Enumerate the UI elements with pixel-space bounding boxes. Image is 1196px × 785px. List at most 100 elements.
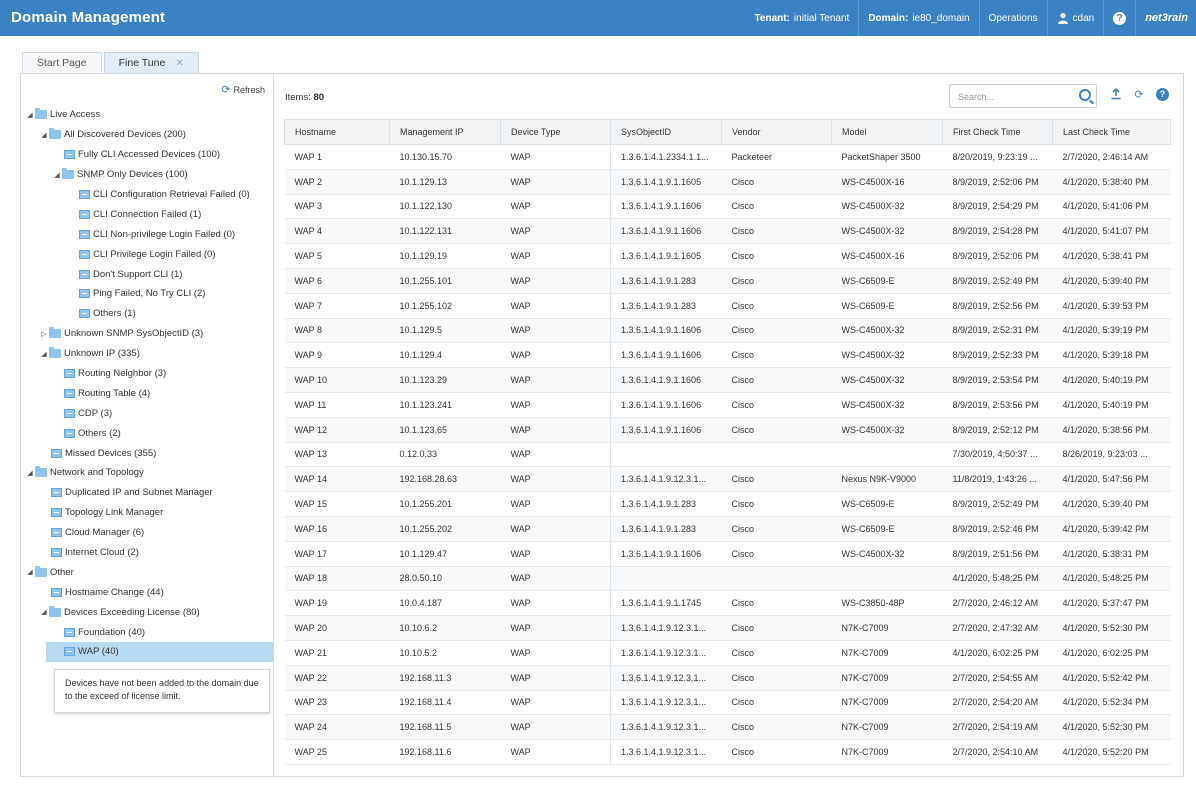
tree-node-routing-neighbor[interactable]: Routing Neighbor (3) xyxy=(21,364,273,384)
table-row[interactable]: WAP 16 10.1.255.202 WAP 1.3.6.1.4.1.9.1.283… xyxy=(284,516,1171,542)
model-cell: PacketShaper 3500 xyxy=(831,144,943,170)
column-header-first-check-time[interactable]: First Check Time xyxy=(942,119,1053,145)
domain-selector[interactable]: Domain: ie80_domain xyxy=(858,0,978,36)
expanded-arrow-icon[interactable]: ◢ xyxy=(39,350,49,358)
table-row[interactable]: WAP 14 192.168.28.63 WAP 1.3.6.1.4.1.9.12.3… xyxy=(284,466,1171,493)
tree-node-cli-config-failed[interactable]: CLI Configuration Retrieval Failed (0) xyxy=(21,185,273,205)
tree-node-cloud-manager[interactable]: Cloud Manager (6) xyxy=(21,523,273,543)
management-ip-cell: 192.168.28.63 xyxy=(389,466,501,493)
help-button-grid[interactable]: ? xyxy=(1156,88,1169,101)
help-button[interactable]: ? xyxy=(1103,0,1135,36)
tree-node-snmp-only[interactable]: ◢ SNMP Only Devices (100) xyxy=(21,165,273,185)
tree-node-network-topology[interactable]: ◢ Network and Topology xyxy=(21,463,273,483)
tenant-selector[interactable]: Tenant: initial Tenant xyxy=(746,0,859,36)
tree-node-cdp[interactable]: CDP (3) xyxy=(21,403,273,423)
column-header-sysobjectid[interactable]: SysObjectID xyxy=(610,119,722,145)
table-row[interactable]: WAP 18 28.0.50.10 WAP 4/1/2020, 5:48:25 PM 4… xyxy=(284,566,1171,592)
table-row[interactable]: WAP 4 10.1.122.131 WAP 1.3.6.1.4.1.9.1.1606… xyxy=(284,218,1171,245)
folder-icon xyxy=(35,108,47,120)
table-row[interactable]: WAP 15 10.1.255.201 WAP 1.3.6.1.4.1.9.1.283… xyxy=(284,491,1171,517)
user-icon xyxy=(1057,12,1068,24)
tree-node-routing-table[interactable]: Routing Table (4) xyxy=(21,383,273,403)
tree-node-cli-priv-failed[interactable]: CLI Privilege Login Failed (0) xyxy=(21,244,273,264)
table-row[interactable]: WAP 23 192.168.11.4 WAP 1.3.6.1.4.1.9.12.3.… xyxy=(284,690,1171,716)
table-row[interactable]: WAP 2 10.1.129.13 WAP 1.3.6.1.4.1.9.1.1605 C… xyxy=(284,169,1171,195)
expanded-arrow-icon[interactable]: ◢ xyxy=(39,608,49,616)
collapsed-arrow-icon[interactable]: ▷ xyxy=(39,330,49,338)
table-row[interactable]: WAP 19 10.0.4.187 WAP 1.3.6.1.4.1.9.1.1745 C… xyxy=(284,590,1171,617)
tree-node-live-access[interactable]: ◢ Live Access xyxy=(21,105,273,125)
table-row[interactable]: WAP 3 10.1.122.130 WAP 1.3.6.1.4.1.9.1.1606… xyxy=(284,194,1171,220)
table-row[interactable]: WAP 10 10.1.123.29 WAP 1.3.6.1.4.1.9.1.1606… xyxy=(284,367,1171,393)
expanded-arrow-icon[interactable]: ◢ xyxy=(39,131,49,139)
vendor-cell: Cisco xyxy=(721,268,832,294)
table-row[interactable]: WAP 5 10.1.129.19 WAP 1.3.6.1.4.1.9.1.1605 C… xyxy=(284,243,1171,269)
table-row[interactable]: WAP 25 192.168.11.6 WAP 1.3.6.1.4.1.9.12.3.… xyxy=(284,739,1171,765)
tree-node-topology-link[interactable]: Topology Link Manager xyxy=(21,503,273,523)
expanded-arrow-icon[interactable]: ◢ xyxy=(25,568,35,576)
table-row[interactable]: WAP 7 10.1.255.102 WAP 1.3.6.1.4.1.9.1.283 C… xyxy=(284,293,1171,319)
tree-node-other[interactable]: ◢ Other xyxy=(21,562,273,582)
close-icon[interactable]: ✕ xyxy=(175,58,183,69)
vendor-cell: Packeteer xyxy=(721,144,832,170)
table-row[interactable]: WAP 20 10.10.6.2 WAP 1.3.6.1.4.1.9.12.3.1..… xyxy=(284,615,1171,641)
column-header-last-check-time[interactable]: Last Check Time xyxy=(1052,119,1171,145)
tree-node-internet-cloud[interactable]: Internet Cloud (2) xyxy=(21,543,273,563)
model-cell: N7K-C7009 xyxy=(831,690,943,716)
search-input[interactable]: Search... xyxy=(949,84,1097,108)
table-row[interactable]: WAP 12 10.1.123.65 WAP 1.3.6.1.4.1.9.1.1606… xyxy=(284,417,1171,443)
column-header-model[interactable]: Model xyxy=(831,119,943,145)
table-row[interactable]: WAP 11 10.1.123.241 WAP 1.3.6.1.4.1.9.1.160… xyxy=(284,392,1171,418)
column-header-vendor[interactable]: Vendor xyxy=(721,119,832,145)
column-header-device-type[interactable]: Device Type xyxy=(500,119,611,145)
tab-fine-tune[interactable]: Fine Tune ✕ xyxy=(103,52,199,73)
tree-node-unknown-ip[interactable]: ◢ Unknown IP (335) xyxy=(21,344,273,364)
export-button[interactable] xyxy=(1109,87,1123,102)
operations-menu[interactable]: Operations xyxy=(978,0,1047,36)
tree-node-missed-devices[interactable]: Missed Devices (355) xyxy=(21,443,273,463)
tree-node-all-discovered[interactable]: ◢ All Discovered Devices (200) xyxy=(21,125,273,145)
table-row[interactable]: WAP 9 10.1.129.4 WAP 1.3.6.1.4.1.9.1.1606 Ci… xyxy=(284,342,1171,369)
tree-node-duplicated-ip[interactable]: Duplicated IP and Subnet Manager xyxy=(21,483,273,503)
user-menu[interactable]: cdan xyxy=(1046,0,1104,36)
device-type-cell: WAP xyxy=(500,392,611,418)
first-check-time-cell: 8/9/2019, 2:52:49 PM xyxy=(942,268,1053,294)
tree-node-foundation[interactable]: Foundation (40) xyxy=(21,622,273,642)
expanded-arrow-icon[interactable]: ◢ xyxy=(52,171,62,179)
search-icon[interactable] xyxy=(1079,89,1091,101)
model-cell: WS-C4500X-32 xyxy=(831,367,943,393)
list-icon xyxy=(64,627,75,637)
table-row[interactable]: WAP 13 0.12.0.33 WAP 7/30/2019, 4:50:37 ...… xyxy=(284,442,1171,468)
tree-node-snmp-others[interactable]: Others (1) xyxy=(21,304,273,324)
table-row[interactable]: WAP 21 10.10.5.2 WAP 1.3.6.1.4.1.9.12.3.1..… xyxy=(284,640,1171,666)
reload-button[interactable]: ⟳ xyxy=(1132,88,1146,102)
table-row[interactable]: WAP 8 10.1.129.5 WAP 1.3.6.1.4.1.9.1.1606 Ci… xyxy=(284,318,1171,344)
folder-icon xyxy=(49,128,61,140)
tree-node-exceeding-license[interactable]: ◢ Devices Exceeding License (80) xyxy=(21,602,273,622)
main-panel: ⟳ Refresh ◢ Live Access ◢ All Discovered D… xyxy=(20,73,1184,777)
table-row[interactable]: WAP 6 10.1.255.101 WAP 1.3.6.1.4.1.9.1.283 C… xyxy=(284,268,1171,294)
tree-node-fully-cli[interactable]: Fully CLI Accessed Devices (100) xyxy=(21,145,273,165)
refresh-button[interactable]: ⟳ Refresh xyxy=(221,83,265,96)
expanded-arrow-icon[interactable]: ◢ xyxy=(25,469,35,477)
tree-node-cli-nonpriv-failed[interactable]: CLI Non-privilege Login Failed (0) xyxy=(21,224,273,244)
tree-node-ping-failed[interactable]: Ping Failed, No Try CLI (2) xyxy=(21,284,273,304)
tree-node-cli-connection-failed[interactable]: CLI Connection Failed (1) xyxy=(21,204,273,224)
tree-node-wap[interactable]: WAP (40) xyxy=(46,642,273,662)
management-ip-cell: 10.1.123.29 xyxy=(389,367,501,393)
tree-node-unknown-others[interactable]: Others (2) xyxy=(21,423,273,443)
first-check-time-cell: 8/9/2019, 2:52:56 PM xyxy=(942,293,1053,319)
tree-node-unknown-sysobjectid[interactable]: ▷ Unknown SNMP SysObjectID (3) xyxy=(21,324,273,344)
help-icon: ? xyxy=(1159,89,1166,99)
tab-start-page[interactable]: Start Page xyxy=(22,52,102,73)
device-type-cell: WAP xyxy=(500,714,611,741)
tree-node-no-cli[interactable]: Don't Support CLI (1) xyxy=(21,264,273,284)
column-header-hostname[interactable]: Hostname xyxy=(284,119,390,145)
table-row[interactable]: WAP 1 10.130.15.70 WAP 1.3.6.1.4.1.2334.1.1… xyxy=(284,144,1171,170)
expanded-arrow-icon[interactable]: ◢ xyxy=(25,111,35,119)
column-header-management-ip[interactable]: Management IP xyxy=(389,119,501,145)
table-row[interactable]: WAP 22 192.168.11.3 WAP 1.3.6.1.4.1.9.12.3.… xyxy=(284,665,1171,691)
table-row[interactable]: WAP 17 10.1.129.47 WAP 1.3.6.1.4.1.9.1.1606… xyxy=(284,541,1171,567)
tree-node-hostname-change[interactable]: Hostname Change (44) xyxy=(21,582,273,602)
table-row[interactable]: WAP 24 192.168.11.5 WAP 1.3.6.1.4.1.9.12.3.… xyxy=(284,714,1171,741)
